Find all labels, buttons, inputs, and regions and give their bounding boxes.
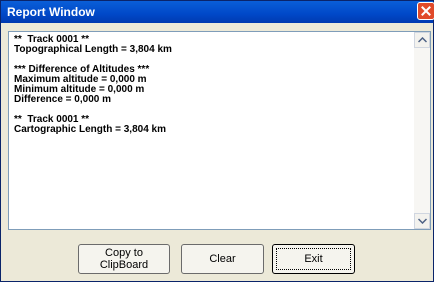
- close-icon[interactable]: [417, 2, 434, 20]
- report-textarea[interactable]: ** Track 0001 ** Topographical Length = …: [8, 31, 431, 230]
- report-text: ** Track 0001 ** Topographical Length = …: [14, 34, 172, 135]
- focus-ring: [276, 248, 351, 270]
- exit-button[interactable]: Exit: [272, 244, 355, 274]
- clear-button[interactable]: Clear: [181, 244, 264, 274]
- title-bar[interactable]: Report Window: [1, 1, 434, 23]
- scroll-down-icon[interactable]: [414, 213, 430, 229]
- scroll-up-icon[interactable]: [414, 32, 430, 48]
- window-title: Report Window: [7, 5, 95, 19]
- vertical-scrollbar[interactable]: [414, 32, 430, 229]
- report-window: Report Window ** Track 0001 ** Topograph…: [0, 0, 434, 282]
- copy-to-clipboard-button[interactable]: Copy to ClipBoard: [78, 244, 170, 274]
